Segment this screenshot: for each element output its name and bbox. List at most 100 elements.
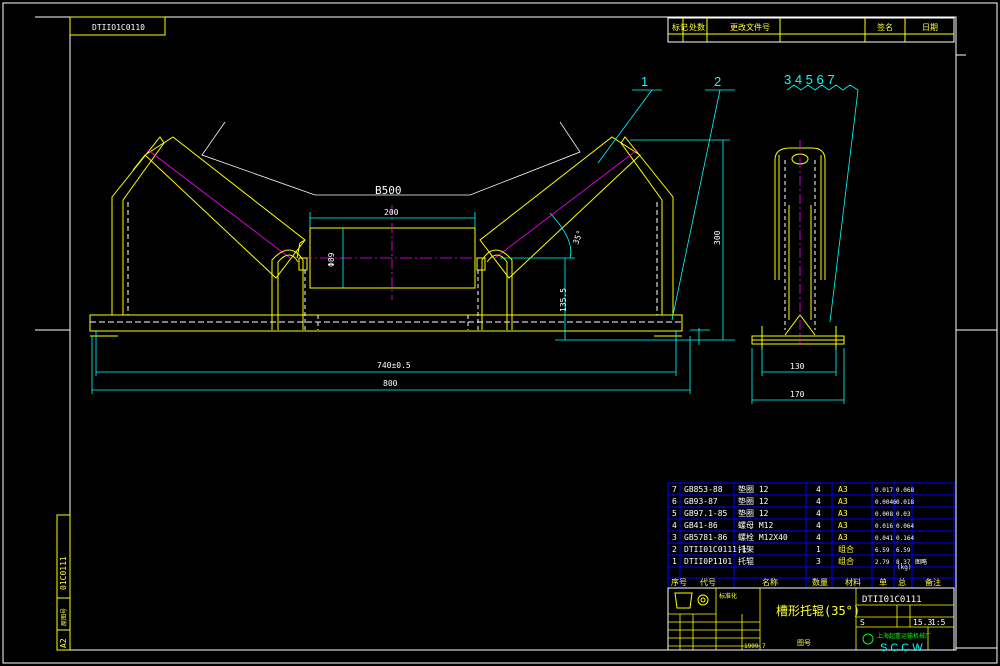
mirrored-drawing-code: DTIIO1C0110	[92, 23, 145, 32]
bom-cell-total: 0.164	[896, 535, 914, 542]
rev-col-sign: 签名	[877, 22, 893, 32]
bom-cell-no: 3	[672, 533, 677, 542]
rev-col-count: 处数	[689, 22, 705, 32]
bom-cell-unit: 0.017	[875, 487, 893, 494]
bom-cell-name: 垫圈 12	[738, 496, 769, 506]
bom-cell-unit: 6.59	[875, 547, 890, 554]
bom-cell-total: 6.59	[896, 547, 911, 554]
left-strip-note: 原图号	[61, 608, 68, 626]
bom-cell-code: GB41-86	[684, 521, 718, 530]
bom-cell-no: 2	[672, 545, 677, 554]
belt-width-label: B500	[375, 184, 402, 197]
rev-col-file: 更改文件号	[730, 22, 770, 32]
bom-h-mat: 材料	[845, 577, 861, 587]
bom-cell-code: GB5781-86	[684, 533, 728, 542]
bom-cell-qty: 4	[816, 509, 821, 518]
dim-low-height: 135.5	[559, 288, 568, 312]
front-dimensions	[91, 139, 735, 394]
cad-drawing-canvas: DTIIO1C0110 标记 处数 更改文件号 签名 日期 B500 200 Φ…	[2, 2, 998, 664]
stage-mark: S	[860, 618, 865, 627]
bom-cell-code: GB97.1-85	[684, 509, 728, 518]
dim-top-width: 200	[384, 208, 399, 217]
rev-col-date: 日期	[922, 23, 938, 32]
bom-h-code: 代号	[700, 577, 716, 587]
bom-h-note: 备注	[925, 577, 941, 587]
bom-cell-mat: A3	[838, 509, 848, 518]
bom-cell-mat: A3	[838, 533, 848, 542]
mass-value: 15.3	[913, 618, 932, 627]
bom-cell-qty: 4	[816, 533, 821, 542]
dim-side-inner: 130	[790, 362, 805, 371]
title-block: 标准化 槽形托辊(35°) DTII01C0111 S 15.3 1:5 199…	[667, 587, 955, 654]
bom-h-total: 总	[898, 577, 906, 587]
bom-h-no: 序号	[671, 577, 687, 587]
dim-angle: 35°	[571, 229, 584, 246]
drawing-number: DTII01C0111	[862, 595, 922, 605]
bom-h-unit: 单	[879, 577, 887, 587]
bom-cell-name: 垫圈 12	[738, 484, 769, 494]
bom-table: 7 GB853-88 垫圈 12 4 A3 0.017 0.068 6 GB93-87 垫圈 12…	[667, 482, 955, 589]
bom-weight-unit: (kg)	[897, 564, 911, 571]
left-strip: 01C0111 原图号 A2	[56, 514, 71, 651]
bom-cell-qty: 4	[816, 497, 821, 506]
bom-cell-mat: A3	[838, 485, 848, 494]
bom-cell-total: 0.064	[896, 523, 914, 530]
bom-h-name: 名称	[762, 577, 778, 587]
date-value: 1999.7	[744, 643, 766, 650]
bom-cell-name: 托架	[738, 544, 754, 554]
bom-cell-no: 4	[672, 521, 677, 530]
front-view: B500 200 Φ89 300 35° 135.5 740±0.5 800 1…	[89, 74, 735, 394]
left-wing-roller	[132, 136, 306, 279]
bom-cell-mat: A3	[838, 497, 848, 506]
bom-cell-no: 1	[672, 557, 677, 566]
bom-cell-unit: 2.79	[875, 559, 890, 566]
right-bracket	[620, 136, 674, 315]
top-left-code-box: DTIIO1C0110	[69, 16, 166, 36]
dim-total-length: 800	[383, 379, 398, 388]
bom-cell-unit: 0.016	[875, 523, 893, 530]
standardization-label: 标准化	[719, 592, 737, 600]
company-name: SCCW	[880, 642, 926, 654]
bom-cell-code: DTII0P1101	[684, 557, 732, 566]
bom-cell-name: 托辊	[738, 556, 754, 566]
center-roller	[300, 205, 485, 300]
right-wing-roller	[479, 136, 641, 279]
bom-cell-mat: A3	[838, 521, 848, 530]
bom-cell-no: 6	[672, 497, 677, 506]
company-name-cn: 上海起重运输机械厂	[877, 632, 931, 640]
callouts-3-7: 3 4 5 6 7	[784, 72, 835, 87]
sheet-size: A2	[59, 638, 68, 648]
bom-cell-name: 螺母 M12	[738, 520, 773, 530]
revision-block: 标记 处数 更改文件号 签名 日期	[667, 17, 955, 43]
callout-part-2: 2	[714, 74, 721, 89]
bom-cell-unit: 0.008	[875, 511, 893, 518]
company-logo: 上海起重运输机械厂 SCCW	[862, 632, 931, 654]
dim-side-outer: 170	[790, 390, 805, 399]
bom-cell-unit: 0.041	[875, 535, 893, 542]
bom-cell-name: 垫圈 12	[738, 508, 769, 518]
bom-cell-total: 0.03	[896, 511, 911, 518]
dim-hole-span: 740±0.5	[377, 361, 411, 370]
bom-cell-name: 螺栓 M12X40	[738, 532, 788, 542]
bom-cell-total: 0.018	[896, 499, 914, 506]
bom-cell-total: 0.068	[896, 487, 914, 494]
side-view: 130 170 3 4 5 6 7	[751, 72, 859, 404]
bom-cell-code: GB853-88	[684, 485, 723, 494]
bom-cell-mat: 组合	[838, 556, 854, 566]
scale-value: 1:5	[931, 618, 946, 627]
bom-cell-no: 5	[672, 509, 677, 518]
bom-cell-no: 7	[672, 485, 677, 494]
bom-cell-note: 图略	[915, 558, 927, 566]
drawing-title: 槽形托辊(35°)	[776, 604, 860, 618]
callout-part-1: 1	[641, 74, 648, 89]
left-strip-code: 01C0111	[59, 556, 68, 590]
bom-cell-qty: 3	[816, 557, 821, 566]
rev-col-mark: 标记	[672, 22, 688, 32]
bom-cell-qty: 4	[816, 521, 821, 530]
drawing-no-label: 图号	[797, 639, 811, 647]
bom-cell-qty: 4	[816, 485, 821, 494]
bom-cell-mat: 组合	[838, 544, 854, 554]
dim-roller-diameter: Φ89	[327, 252, 336, 267]
bom-h-qty: 数量	[812, 577, 828, 587]
dim-height: 300	[713, 230, 722, 245]
